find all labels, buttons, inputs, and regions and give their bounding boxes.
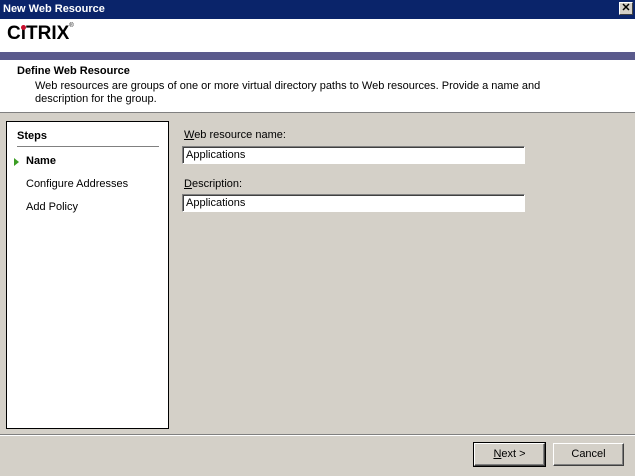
window-title: New Web Resource xyxy=(3,3,105,15)
steps-title: Steps xyxy=(17,130,47,142)
citrix-logo: Cı TRIX® xyxy=(7,23,74,44)
cancel-button[interactable]: Cancel xyxy=(553,443,624,466)
new-web-resource-dialog: New Web Resource ✕ Cı TRIX® Define Web Re… xyxy=(0,0,635,476)
button-area-divider-highlight xyxy=(0,435,635,436)
step-add-policy[interactable]: Add Policy xyxy=(26,201,78,213)
steps-panel: Steps Name Configure Addresses Add Polic… xyxy=(6,121,169,429)
wizard-header: Define Web Resource Web resources are gr… xyxy=(0,60,635,113)
header-description: Web resources are groups of one or more … xyxy=(35,80,541,105)
logo-band: Cı TRIX® xyxy=(0,19,635,52)
description-label: Description: xyxy=(184,178,243,190)
close-icon: ✕ xyxy=(621,2,631,14)
current-step-arrow-icon xyxy=(14,158,19,166)
close-button[interactable]: ✕ xyxy=(619,2,633,15)
step-configure-addresses[interactable]: Configure Addresses xyxy=(26,178,128,190)
description-input[interactable] xyxy=(182,194,525,212)
accent-bar xyxy=(0,52,635,60)
step-name[interactable]: Name xyxy=(26,155,56,167)
next-button[interactable]: Next > xyxy=(473,442,546,467)
title-bar[interactable]: New Web Resource ✕ xyxy=(0,0,635,19)
header-title: Define Web Resource xyxy=(17,65,130,77)
web-resource-name-input[interactable] xyxy=(182,146,525,164)
steps-divider xyxy=(17,146,159,147)
web-resource-name-label: Web resource name: xyxy=(184,129,286,141)
